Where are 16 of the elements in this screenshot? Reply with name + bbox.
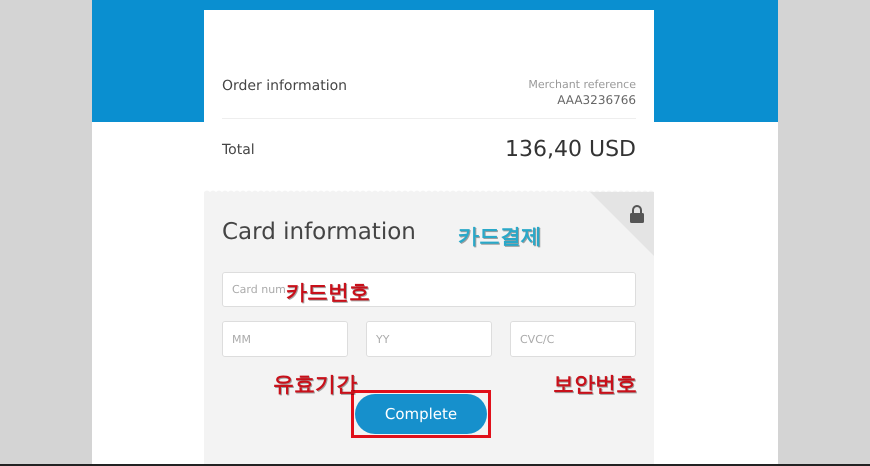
complete-button[interactable]: Complete	[355, 394, 487, 434]
total-amount: 136,40 USD	[505, 137, 636, 162]
corner-fold	[590, 192, 654, 256]
annotation-label: 유효기간	[273, 371, 357, 398]
annotation-label: 카드번호	[286, 279, 370, 306]
annotation-label: 카드결제	[458, 223, 542, 250]
lock-icon	[630, 205, 644, 223]
order-title: Order information	[222, 78, 348, 94]
month-field[interactable]: MM	[222, 321, 348, 357]
cvc-field[interactable]: CVC/C	[510, 321, 636, 357]
merchant-reference: AAA3236766	[557, 93, 636, 107]
annotation-label: 보안번호	[553, 371, 637, 398]
total-label: Total	[222, 142, 255, 158]
year-field[interactable]: YY	[366, 321, 492, 357]
card-title: Card information	[222, 219, 416, 245]
merchant-reference-label: Merchant reference	[528, 78, 636, 91]
